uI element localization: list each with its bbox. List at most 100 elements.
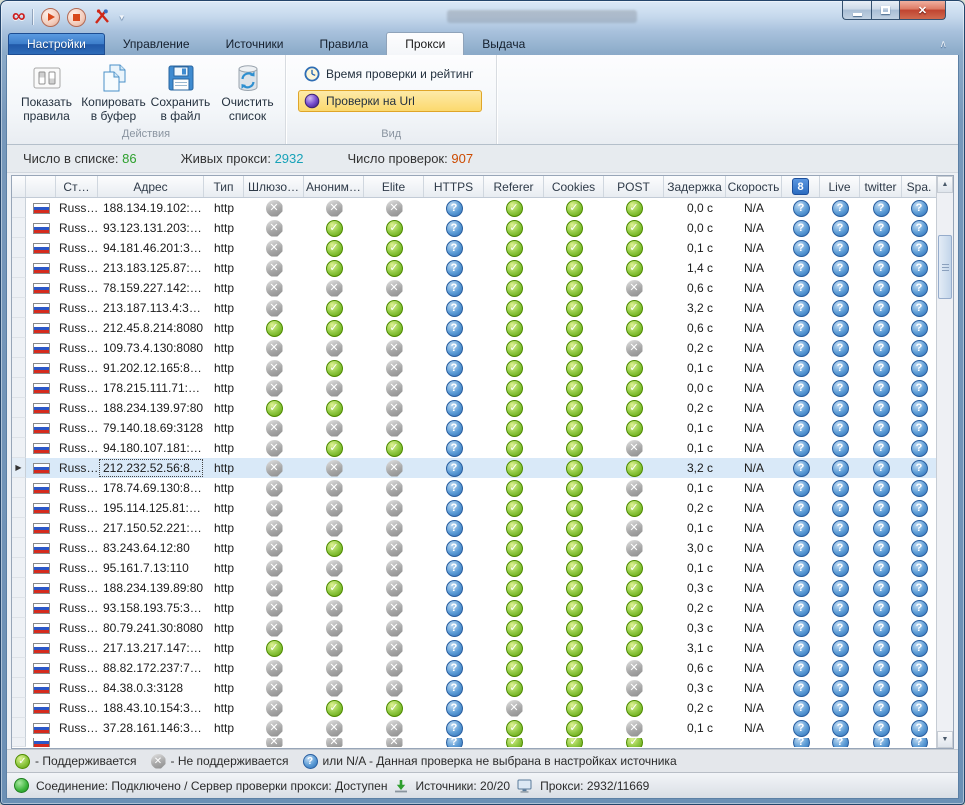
russia-flag-icon bbox=[33, 423, 50, 434]
tab-proxy[interactable]: Прокси bbox=[386, 32, 464, 55]
russia-flag-icon bbox=[33, 403, 50, 414]
table-row[interactable]: Russ…195.114.125.81:…http✕✕✕?✓✓✓0,2 cN/A… bbox=[12, 498, 936, 518]
check-cell: ✓ bbox=[604, 238, 664, 258]
column-header-type[interactable]: Тип bbox=[204, 176, 244, 197]
table-row[interactable]: Russ…93.158.193.75:3…http✕✕✕?✓✓✓0,2 cN/A… bbox=[12, 598, 936, 618]
column-header-referer[interactable]: Referer bbox=[484, 176, 544, 197]
check-unknown-icon: ? bbox=[793, 680, 810, 697]
column-header-post[interactable]: POST bbox=[604, 176, 664, 197]
table-row[interactable]: Russ…217.13.217.147:…http✓✕✕?✓✓✓3,1 cN/A… bbox=[12, 638, 936, 658]
check-unknown-icon: ? bbox=[911, 580, 928, 597]
column-header-spam[interactable]: Spa. bbox=[902, 176, 936, 197]
table-row[interactable]: Russ…94.181.46.201:3…http✕✓✓?✓✓✓0,1 cN/A… bbox=[12, 238, 936, 258]
check-cell: ✕ bbox=[484, 698, 544, 718]
table-row[interactable]: Russ…188.134.19.102:…http✕✕✕?✓✓✓0,0 cN/A… bbox=[12, 198, 936, 218]
vertical-scrollbar[interactable]: ▲ ▼ bbox=[936, 176, 953, 748]
table-row[interactable]: Russ…83.243.64.12:80http✕✓✕?✓✓✕3,0 cN/A?… bbox=[12, 538, 936, 558]
check-cell: ✓ bbox=[544, 418, 604, 438]
copy-to-buffer-button[interactable]: Копироватьв буфер bbox=[80, 58, 147, 127]
save-to-file-button[interactable]: Сохранитьв файл bbox=[147, 58, 214, 127]
table-row[interactable]: Russ…109.73.4.130:8080http✕✕✕?✓✓✕0,2 cN/… bbox=[12, 338, 936, 358]
type-cell: http bbox=[204, 698, 244, 718]
check-cell: ✓ bbox=[304, 218, 364, 238]
tab-rules[interactable]: Правила bbox=[302, 33, 387, 55]
table-row[interactable]: Russ…80.79.241.30:8080http✕✕✕?✓✓✓0,3 cN/… bbox=[12, 618, 936, 638]
column-header-delay[interactable]: Задержка bbox=[664, 176, 726, 197]
column-header-elite[interactable]: Elite bbox=[364, 176, 424, 197]
column-header-speed[interactable]: Скорость bbox=[726, 176, 782, 197]
delay-cell: 0,0 c bbox=[664, 198, 726, 218]
table-row[interactable]: Russ…84.38.0.3:3128http✕✕✕?✓✓✕0,3 cN/A??… bbox=[12, 678, 936, 698]
column-header-row-indicator[interactable] bbox=[12, 176, 26, 197]
stop-check-button[interactable] bbox=[67, 8, 86, 27]
column-header-cookies[interactable]: Cookies bbox=[544, 176, 604, 197]
table-row[interactable]: ▶Russ…212.232.52.56:8…http✕✕✕?✓✓✓3,2 cN/… bbox=[12, 458, 936, 478]
google-pagerank-icon: 8 bbox=[792, 178, 809, 195]
window-controls: ✕ bbox=[842, 1, 946, 20]
check-cell: ? bbox=[902, 198, 936, 218]
table-row[interactable]: Russ…188.234.139.97:80http✓✓✕?✓✓✓0,2 cN/… bbox=[12, 398, 936, 418]
column-header-label: Spa. bbox=[907, 180, 932, 194]
table-row[interactable]: Russ…78.159.227.142:…http✕✕✕?✓✓✕0,6 cN/A… bbox=[12, 278, 936, 298]
column-header-twitter[interactable]: twitter bbox=[860, 176, 902, 197]
table-row[interactable]: Russ…217.150.52.221:…http✕✕✕?✓✓✕0,1 cN/A… bbox=[12, 518, 936, 538]
collapse-ribbon-chevron-icon[interactable]: ∧ bbox=[940, 39, 947, 50]
scroll-up-button[interactable]: ▲ bbox=[937, 176, 953, 193]
check-time-rating-button[interactable]: Время проверки и рейтинг bbox=[298, 63, 482, 85]
column-header-country[interactable]: Ст… bbox=[56, 176, 98, 197]
tab-sources[interactable]: Источники bbox=[208, 33, 302, 55]
close-button[interactable]: ✕ bbox=[899, 1, 946, 20]
check-unsupported-icon: ✕ bbox=[266, 540, 283, 557]
check-cell: ✓ bbox=[604, 618, 664, 638]
minimize-button[interactable] bbox=[842, 1, 871, 20]
table-row[interactable]: Russ…91.202.12.165:8…http✕✓✕?✓✓✓0,1 cN/A… bbox=[12, 358, 936, 378]
check-unsupported-icon: ✕ bbox=[266, 660, 283, 677]
check-cell: ? bbox=[902, 258, 936, 278]
table-row[interactable]: ✕✕✕?✓✓✓???? bbox=[12, 738, 936, 747]
tab-settings[interactable]: Настройки bbox=[8, 33, 105, 55]
table-row[interactable]: Russ…79.140.18.69:3128http✕✕✕?✓✓✓0,1 cN/… bbox=[12, 418, 936, 438]
column-header-google[interactable]: 8 bbox=[782, 176, 820, 197]
table-row[interactable]: Russ…178.215.111.71:…http✕✕✕?✓✓✓0,0 cN/A… bbox=[12, 378, 936, 398]
table-row[interactable]: Russ…188.43.10.154:3…http✕✓✓?✕✓✓0,2 cN/A… bbox=[12, 698, 936, 718]
table-row[interactable]: Russ…213.183.125.87:…http✕✓✓?✓✓✓1,4 cN/A… bbox=[12, 258, 936, 278]
table-row[interactable]: Russ…37.28.161.146:3…http✕✕✕?✓✓✕0,1 cN/A… bbox=[12, 718, 936, 738]
table-row[interactable]: Russ…88.82.172.237:7…http✕✕✕?✓✓✕0,6 cN/A… bbox=[12, 658, 936, 678]
check-supported-icon: ✓ bbox=[566, 320, 583, 337]
check-unsupported-icon: ✕ bbox=[386, 520, 403, 537]
column-header-live[interactable]: Live bbox=[820, 176, 860, 197]
column-header-address[interactable]: Адрес bbox=[98, 176, 204, 197]
scroll-down-button[interactable]: ▼ bbox=[937, 731, 953, 748]
russia-flag-icon bbox=[33, 623, 50, 634]
check-supported-icon: ✓ bbox=[506, 600, 523, 617]
table-row[interactable]: Russ…93.123.131.203:…http✕✓✓?✓✓✓0,0 cN/A… bbox=[12, 218, 936, 238]
table-row[interactable]: Russ…188.234.139.89:80http✕✓✕?✓✓✓0,3 cN/… bbox=[12, 578, 936, 598]
clear-list-button[interactable]: Очиститьсписок bbox=[214, 58, 281, 127]
table-row[interactable]: Russ…178.74.69.130:8…http✕✕✕?✓✓✕0,1 cN/A… bbox=[12, 478, 936, 498]
type-cell: http bbox=[204, 418, 244, 438]
column-header-https[interactable]: HTTPS bbox=[424, 176, 484, 197]
table-row[interactable]: Russ…95.161.7.13:110http✕✕✕?✓✓✓0,1 cN/A?… bbox=[12, 558, 936, 578]
window-title-redacted bbox=[124, 10, 959, 23]
tab-output[interactable]: Выдача bbox=[464, 33, 543, 55]
check-cell: ? bbox=[902, 418, 936, 438]
url-checks-button[interactable]: Проверки на Url bbox=[298, 90, 482, 112]
maximize-button[interactable] bbox=[871, 1, 899, 20]
check-supported-icon: ✓ bbox=[626, 460, 643, 477]
start-check-button[interactable] bbox=[41, 8, 60, 27]
table-row[interactable]: Russ…213.187.113.4:3…http✕✓✓?✓✓✓3,2 cN/A… bbox=[12, 298, 936, 318]
speed-cell: N/A bbox=[726, 198, 782, 218]
show-rules-button[interactable]: Показатьправила bbox=[13, 58, 80, 127]
scroll-track[interactable] bbox=[937, 193, 953, 731]
address-cell: 195.114.125.81:… bbox=[98, 498, 204, 518]
scroll-thumb[interactable] bbox=[938, 235, 952, 299]
row-indicator-cell bbox=[12, 738, 26, 747]
tab-management[interactable]: Управление bbox=[105, 33, 208, 55]
table-row[interactable]: Russ…94.180.107.181:…http✕✓✓?✓✓✕0,1 cN/A… bbox=[12, 438, 936, 458]
column-header-anonymity[interactable]: Аноним… bbox=[304, 176, 364, 197]
column-header-gateway[interactable]: Шлюзо… bbox=[244, 176, 304, 197]
check-cell: ✕ bbox=[244, 578, 304, 598]
column-header-flag[interactable] bbox=[26, 176, 56, 197]
table-row[interactable]: Russ…212.45.8.214:8080http✓✓✓?✓✓✓0,6 cN/… bbox=[12, 318, 936, 338]
action-buttons: Показатьправила Копироватьв буфер Сохран… bbox=[7, 55, 285, 127]
